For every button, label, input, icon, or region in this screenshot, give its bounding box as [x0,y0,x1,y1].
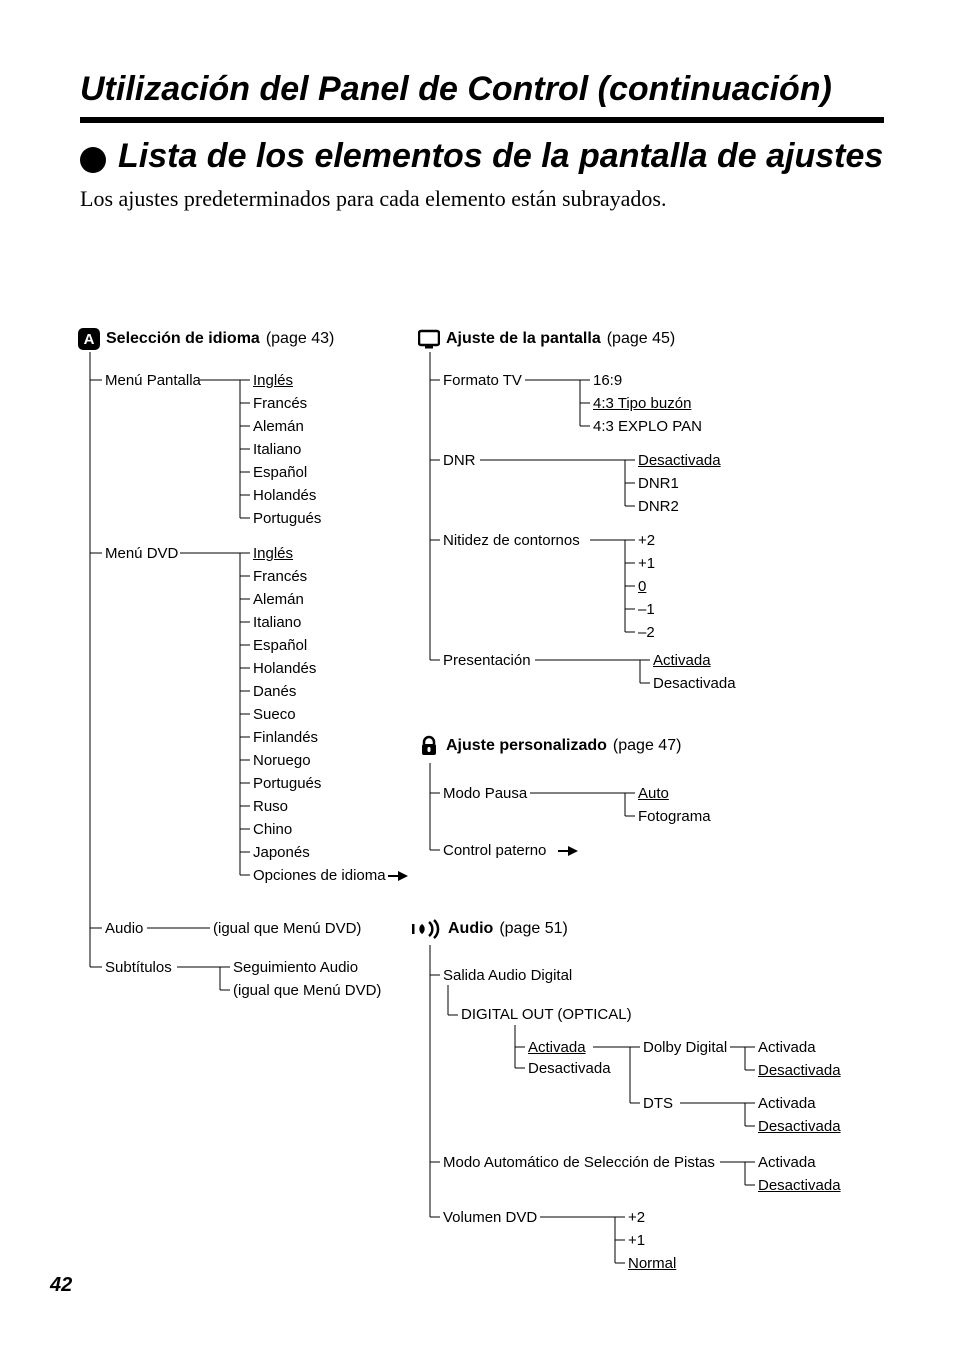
do-opt-0: Activada [528,1039,586,1056]
mp-opt-1: Francés [253,395,307,412]
md-opt-13: Japonés [253,844,310,861]
md-opt-7: Sueco [253,706,296,723]
md-opt-1: Francés [253,568,307,585]
vol-opt-2: Normal [628,1255,676,1272]
mp-opt-3: Italiano [253,441,301,458]
sub-opt-0: Seguimiento Audio [233,959,358,976]
section-audio-heading: Audio (page 51) [410,918,568,940]
modo-auto-label: Modo Automático de Selección de Pistas [443,1154,715,1171]
section-custom-heading: Ajuste personalizado (page 47) [418,735,681,757]
mp-opt-0: Inglés [253,372,293,389]
audio-note: (igual que Menú DVD) [213,920,361,937]
section-a-title: Selección de idioma [106,330,260,348]
ma-opt-0: Activada [758,1154,816,1171]
nit-opt-0: +2 [638,532,655,549]
title-rule [80,117,884,123]
speaker-icon [410,918,442,940]
dolby-label: Dolby Digital [643,1039,727,1056]
salida-label: Salida Audio Digital [443,967,572,984]
md-opt-6: Danés [253,683,296,700]
do-opt-1: Desactivada [528,1060,611,1077]
section-screen-heading: Ajuste de la pantalla (page 45) [418,328,675,350]
nit-opt-2: 0 [638,578,646,595]
section-screen-pageref: (page 45) [607,330,676,348]
ftv-opt-0: 16:9 [593,372,622,389]
volumen-label: Volumen DVD [443,1209,537,1226]
mp-opt-6: Portugués [253,510,321,527]
lock-icon [418,735,440,757]
formato-tv-label: Formato TV [443,372,522,389]
pres-opt-1: Desactivada [653,675,736,692]
section-a-pageref: (page 43) [266,330,335,348]
md-opt-11: Ruso [253,798,288,815]
tv-icon [418,328,440,350]
digital-out-label: DIGITAL OUT (OPTICAL) [461,1006,632,1023]
letter-a-icon: A [78,328,100,350]
dolby-opt-1: Desactivada [758,1062,841,1079]
md-opt-8: Finlandés [253,729,318,746]
subtitle: Lista de los elementos de la pantalla de… [118,137,883,176]
page-number: 42 [50,1274,72,1297]
dts-label: DTS [643,1095,673,1112]
nitidez-label: Nitidez de contornos [443,532,580,549]
dts-opt-1: Desactivada [758,1118,841,1135]
mp-opt-4: Español [253,464,307,481]
sub-opt-1: (igual que Menú DVD) [233,982,381,999]
presentacion-label: Presentación [443,652,531,669]
pres-opt-0: Activada [653,652,711,669]
audio-label: Audio [105,920,143,937]
menu-dvd-label: Menú DVD [105,545,178,562]
dnr-opt-1: DNR1 [638,475,679,492]
page: Utilización del Panel de Control (contin… [0,0,954,1357]
control-paterno-label: Control paterno [443,842,546,859]
ftv-opt-2: 4:3 EXPLO PAN [593,418,702,435]
dnr-opt-2: DNR2 [638,498,679,515]
dts-opt-0: Activada [758,1095,816,1112]
page-title: Utilización del Panel de Control (contin… [80,70,884,109]
md-opt-0: Inglés [253,545,293,562]
nit-opt-3: –1 [638,601,655,618]
ma-opt-1: Desactivada [758,1177,841,1194]
section-audio-title: Audio [448,920,493,938]
section-audio-pageref: (page 51) [499,920,568,938]
subtitle-row: Lista de los elementos de la pantalla de… [80,137,884,176]
section-a-heading: A Selección de idioma (page 43) [78,328,334,350]
nit-opt-1: +1 [638,555,655,572]
dolby-opt-0: Activada [758,1039,816,1056]
intro-text: Los ajustes predeterminados para cada el… [80,186,884,212]
svg-text:A: A [84,331,95,348]
vol-opt-0: +2 [628,1209,645,1226]
md-opt-14: Opciones de idioma [253,867,386,884]
md-opt-5: Holandés [253,660,316,677]
md-opt-10: Portugués [253,775,321,792]
mp2-opt-0: Auto [638,785,669,802]
md-opt-3: Italiano [253,614,301,631]
md-opt-12: Chino [253,821,292,838]
ftv-opt-1: 4:3 Tipo buzón [593,395,691,412]
mp-opt-5: Holandés [253,487,316,504]
menu-pantalla-label: Menú Pantalla [105,372,201,389]
dnr-opt-0: Desactivada [638,452,721,469]
md-opt-2: Alemán [253,591,304,608]
mp-opt-2: Alemán [253,418,304,435]
dnr-label: DNR [443,452,476,469]
section-custom-pageref: (page 47) [613,737,682,755]
bullet-icon [80,147,106,173]
md-opt-9: Noruego [253,752,311,769]
md-opt-4: Español [253,637,307,654]
section-custom-title: Ajuste personalizado [446,737,607,755]
modo-pausa-label: Modo Pausa [443,785,527,802]
subtitulos-label: Subtítulos [105,959,172,976]
mp2-opt-1: Fotograma [638,808,711,825]
vol-opt-1: +1 [628,1232,645,1249]
nit-opt-4: –2 [638,624,655,641]
section-screen-title: Ajuste de la pantalla [446,330,601,348]
